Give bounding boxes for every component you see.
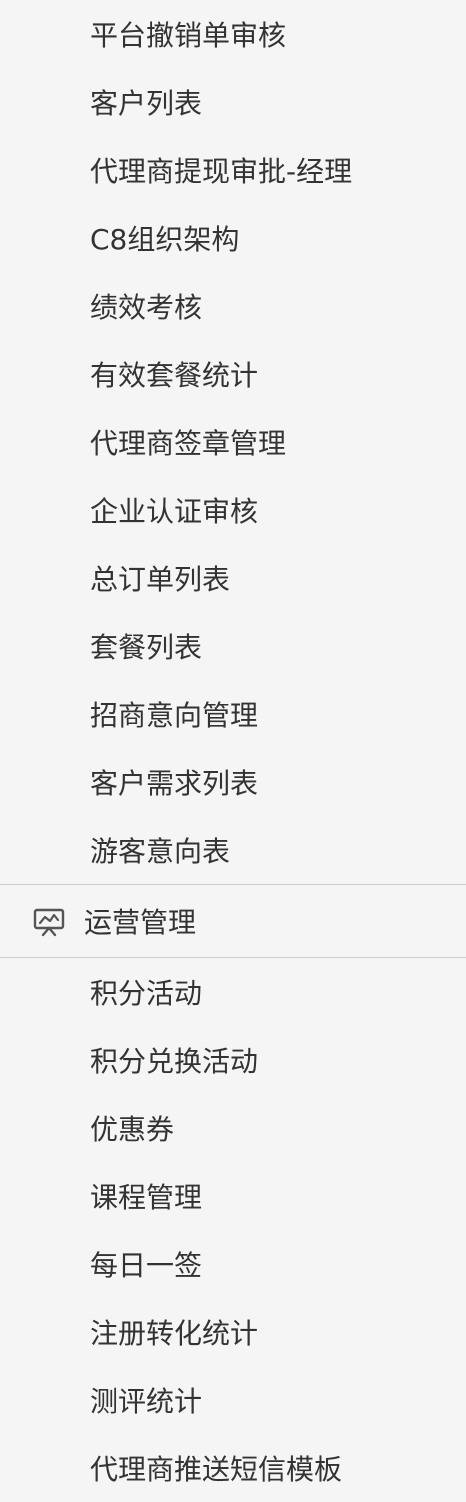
menu-item-platform-cancel-review[interactable]: 平台撤销单审核 [0,0,466,68]
menu-item-label: 测评统计 [90,1385,203,1418]
menu-item-label: 优惠券 [90,1113,175,1146]
operations-menu-list: 积分活动 积分兑换活动 优惠券 课程管理 每日一签 注册转化统计 测评统计 代理… [0,958,466,1502]
top-menu-list: 平台撤销单审核 客户列表 代理商提现审批-经理 C8组织架构 绩效考核 有效套餐… [0,0,466,884]
menu-item-label: 代理商签章管理 [90,427,287,460]
menu-item-label: 企业认证审核 [90,495,259,528]
menu-item-course-management[interactable]: 课程管理 [0,1162,466,1230]
menu-item-label: 游客意向表 [90,835,231,868]
menu-item-customer-demand-list[interactable]: 客户需求列表 [0,748,466,816]
menu-item-label: 代理商推送短信模板 [90,1453,343,1486]
menu-item-registration-conversion[interactable]: 注册转化统计 [0,1298,466,1366]
menu-item-label: 有效套餐统计 [90,359,259,392]
menu-item-label: 套餐列表 [90,631,203,664]
menu-item-package-list[interactable]: 套餐列表 [0,612,466,680]
menu-item-label: 招商意向管理 [90,699,259,732]
menu-item-investment-intent[interactable]: 招商意向管理 [0,680,466,748]
menu-item-label: 注册转化统计 [90,1317,259,1350]
menu-item-points-exchange[interactable]: 积分兑换活动 [0,1026,466,1094]
menu-item-label: 客户需求列表 [90,767,259,800]
menu-item-c8-org-structure[interactable]: C8组织架构 [0,204,466,272]
menu-item-label: 绩效考核 [90,291,203,324]
menu-item-valid-package-stats[interactable]: 有效套餐统计 [0,340,466,408]
menu-item-label: 平台撤销单审核 [90,19,287,52]
menu-group-operations[interactable]: 运营管理 [0,884,466,958]
menu-item-label: 客户列表 [90,87,203,120]
menu-item-daily-sign[interactable]: 每日一签 [0,1230,466,1298]
menu-item-enterprise-auth-review[interactable]: 企业认证审核 [0,476,466,544]
menu-item-visitor-intent[interactable]: 游客意向表 [0,816,466,884]
menu-item-label: 积分活动 [90,977,203,1010]
side-menu: 平台撤销单审核 客户列表 代理商提现审批-经理 C8组织架构 绩效考核 有效套餐… [0,0,466,1486]
menu-group-title: 运营管理 [84,906,197,939]
menu-item-agent-sms-templates[interactable]: 代理商推送短信模板 [0,1434,466,1502]
menu-item-assessment-stats[interactable]: 测评统计 [0,1366,466,1434]
menu-item-coupons[interactable]: 优惠券 [0,1094,466,1162]
menu-item-agent-withdraw-approval[interactable]: 代理商提现审批-经理 [0,136,466,204]
menu-item-label: 代理商提现审批-经理 [90,155,353,188]
menu-item-label: 每日一签 [90,1249,203,1282]
menu-item-label: 总订单列表 [90,563,231,596]
menu-item-agent-seal-management[interactable]: 代理商签章管理 [0,408,466,476]
menu-item-label: C8组织架构 [90,223,240,256]
presentation-board-icon [32,904,66,938]
menu-item-label: 积分兑换活动 [90,1045,259,1078]
menu-item-label: 课程管理 [90,1181,203,1214]
menu-item-customer-list[interactable]: 客户列表 [0,68,466,136]
menu-item-points-activity[interactable]: 积分活动 [0,958,466,1026]
menu-item-all-orders[interactable]: 总订单列表 [0,544,466,612]
menu-item-performance-review[interactable]: 绩效考核 [0,272,466,340]
